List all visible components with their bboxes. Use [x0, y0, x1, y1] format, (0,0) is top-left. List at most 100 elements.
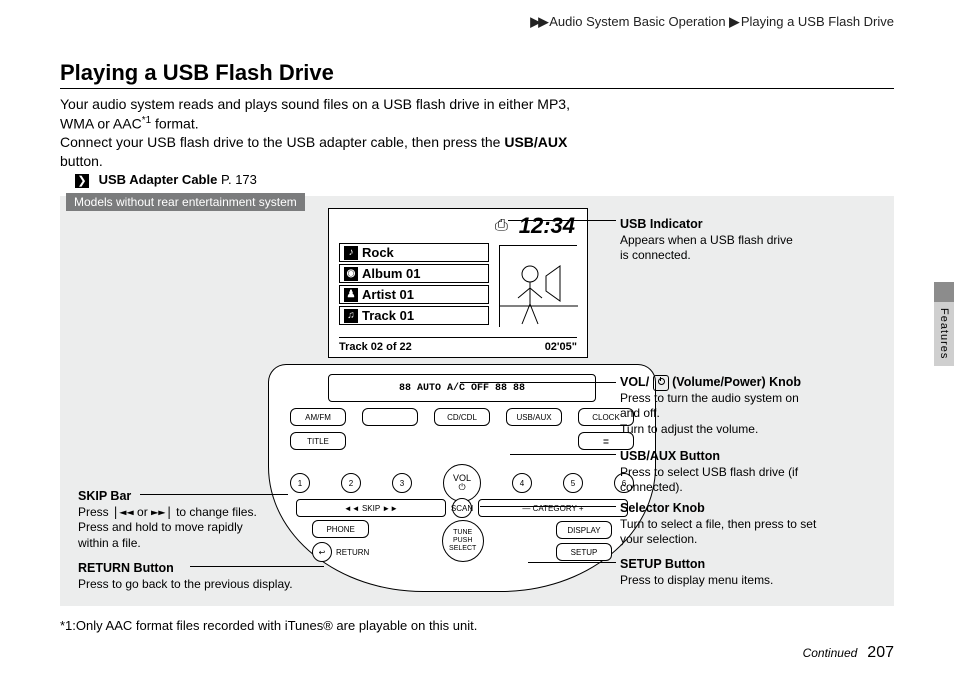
vol-power-knob[interactable]: VOL⏻ [443, 464, 481, 502]
vol-b3: Turn to adjust the volume. [620, 422, 758, 436]
intro-sup: *1 [142, 115, 151, 126]
usbaux-b1: Press to select USB flash drive (if [620, 465, 798, 479]
leader-usb [508, 220, 616, 221]
page-foot: Continued 207 [803, 644, 894, 662]
genre-icon: ♪ [344, 246, 358, 260]
lcd-row-track: ♫ Track 01 [339, 306, 489, 325]
preset-3[interactable]: 3 [392, 473, 412, 493]
skip-b1c: to change files. [173, 505, 257, 519]
return-button[interactable]: ↩ [312, 542, 332, 562]
xref-label: USB Adapter Cable [99, 172, 218, 187]
intro-text: Your audio system reads and plays sound … [60, 95, 894, 171]
return-t: RETURN Button [78, 561, 174, 575]
leader-setup [528, 562, 616, 563]
callout-usb-indicator: USB Indicator Appears when a USB flash d… [620, 216, 852, 264]
selector-knob[interactable]: TUNE PUSH SELECT [442, 520, 484, 562]
display-button[interactable]: DISPLAY [556, 521, 612, 539]
preset-5[interactable]: 5 [563, 473, 583, 493]
scan-button[interactable]: SCAN [452, 498, 472, 518]
xref-page: P. 173 [221, 172, 257, 187]
leader-usbaux [510, 454, 616, 455]
album-icon: ◉ [344, 267, 358, 281]
lcd-track: Track 01 [362, 308, 414, 323]
breadcrumb-page: Playing a USB Flash Drive [741, 14, 894, 29]
continued-label: Continued [803, 646, 858, 660]
usb-ind-title: USB Indicator [620, 217, 703, 231]
usb-ind-l2: is connected. [620, 248, 691, 262]
usb-indicator-icon: ⎙ [495, 217, 508, 235]
sel-b2: your selection. [620, 532, 697, 546]
panel-tag: Models without rear entertainment system [66, 193, 305, 211]
skip-bar[interactable]: ◄◄ SKIP ►► [296, 499, 446, 517]
side-tab: Features [934, 302, 954, 366]
skip-b2b: within a file. [78, 536, 141, 550]
skip-next-icon: ►►| [151, 505, 173, 519]
category-bar[interactable]: — CATEGORY + [478, 499, 628, 517]
callout-return: RETURN Button Press to go back to the pr… [78, 560, 338, 592]
intro-l2a: Connect your USB flash drive to the USB … [60, 134, 504, 150]
skip-b2a: Press and hold to move rapidly [78, 520, 243, 534]
title-button[interactable]: TITLE [290, 432, 346, 450]
callout-usbaux: USB/AUX Button Press to select USB flash… [620, 448, 880, 496]
hu-display-text: 88 AUTO A/C OFF 88 88 [399, 383, 525, 394]
leader-vol [460, 382, 616, 383]
preset-2[interactable]: 2 [341, 473, 361, 493]
page-number: 207 [867, 644, 894, 662]
lcd-row-album: ◉ Album 01 [339, 264, 489, 283]
intro-l1b: WMA or AAC [60, 116, 142, 132]
intro-l1a: Your audio system reads and plays sound … [60, 96, 570, 112]
intro-l1c: format. [151, 116, 198, 132]
lcd-elapsed: 02'05" [545, 341, 577, 353]
cd-button[interactable]: CD/CDL [434, 408, 490, 426]
lcd-row-genre: ♪ Rock [339, 243, 489, 262]
breadcrumb-icon: ▶▶ [530, 14, 546, 29]
callout-setup: SETUP Button Press to display menu items… [620, 556, 880, 588]
blank-button[interactable] [362, 408, 418, 426]
vol-t2: (Volume/Power) Knob [669, 375, 801, 389]
footnote: *1:Only AAC format files recorded with i… [60, 618, 477, 633]
preset-1[interactable]: 1 [290, 473, 310, 493]
lcd-track-count: Track 02 of 22 [339, 341, 412, 353]
skip-b1a: Press [78, 505, 112, 519]
breadcrumb-section: Audio System Basic Operation [549, 14, 725, 29]
usbaux-button[interactable]: USB/AUX [506, 408, 562, 426]
xref-icon: ❯ [75, 174, 89, 188]
lcd-album: Album 01 [362, 266, 421, 281]
skip-prev-icon: |◄◄ [112, 505, 134, 519]
lcd-genre: Rock [362, 245, 394, 260]
side-tab-accent [934, 282, 954, 302]
illustration-panel: Models without rear entertainment system… [60, 196, 894, 606]
lcd-row-artist: ♟Artist 01 [339, 285, 489, 304]
hu-display: 88 AUTO A/C OFF 88 88 [328, 374, 596, 402]
amfm-button[interactable]: AM/FM [290, 408, 346, 426]
setup-t: SETUP Button [620, 557, 705, 571]
usbaux-t: USB/AUX Button [620, 449, 720, 463]
breadcrumb: ▶▶ Audio System Basic Operation ▶ Playin… [530, 14, 894, 30]
lcd-album-art [499, 245, 577, 327]
callout-selector: Selector Knob Turn to select a file, the… [620, 500, 890, 548]
track-icon: ♫ [344, 309, 358, 323]
preset-4[interactable]: 4 [512, 473, 532, 493]
head-unit: 88 AUTO A/C OFF 88 88 AM/FM CD/CDL USB/A… [268, 364, 656, 592]
intro-l2bold: USB/AUX [504, 134, 567, 150]
return-label: RETURN [336, 548, 369, 557]
lcd-screen: ⎙ 12:34 ♪ Rock ◉ Album 01 ♟Artist 01 ♫ Trac… [328, 208, 588, 358]
vol-b1: Press to turn the audio system on [620, 391, 799, 405]
sel-b1: Turn to select a file, then press to set [620, 517, 816, 531]
power-icon [653, 375, 669, 391]
title-rule [60, 88, 894, 89]
setup-b: Press to display menu items. [620, 573, 773, 587]
vol-b2: and off. [620, 406, 660, 420]
vol-t1: VOL/ [620, 375, 653, 389]
callout-skip: SKIP Bar Press |◄◄ or ►►| to change file… [78, 488, 278, 551]
page-title: Playing a USB Flash Drive [60, 60, 894, 86]
lcd-footer: Track 02 of 22 02'05" [339, 337, 577, 353]
phone-button[interactable]: PHONE [312, 520, 369, 538]
callout-vol: VOL/ (Volume/Power) Knob Press to turn t… [620, 374, 880, 437]
skip-t: SKIP Bar [78, 489, 131, 503]
lcd-clock: 12:34 [519, 213, 575, 239]
artist-icon: ♟ [344, 288, 358, 302]
leader-sel [480, 506, 616, 507]
setup-button[interactable]: SETUP [556, 543, 612, 561]
return-b: Press to go back to the previous display… [78, 577, 293, 591]
